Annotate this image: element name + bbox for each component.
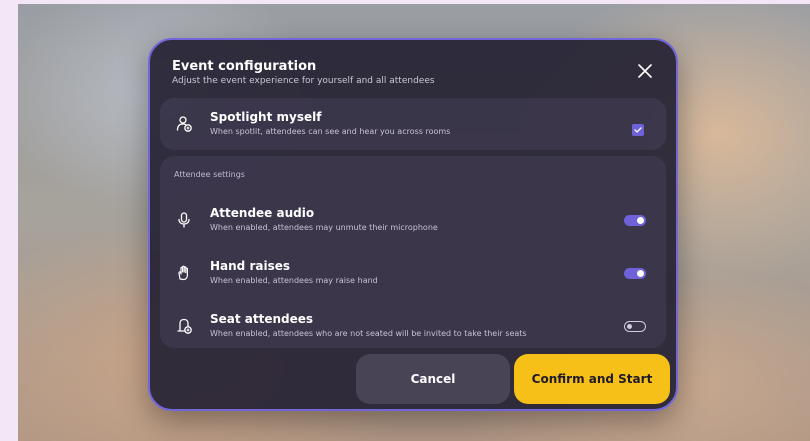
- person-spotlight-icon: [174, 114, 194, 134]
- microphone-icon: [174, 210, 194, 230]
- seat-attendees-row[interactable]: Seat attendees When enabled, attendees w…: [160, 306, 666, 346]
- attendee-settings-card: Attendee settings Attendee audio When en…: [160, 156, 666, 348]
- dialog-subtitle: Adjust the event experience for yourself…: [172, 76, 435, 86]
- seat-attendees-description: When enabled, attendees who are not seat…: [210, 329, 527, 338]
- seat-attendees-title: Seat attendees: [210, 312, 314, 326]
- attendee-audio-description: When enabled, attendees may unmute their…: [210, 223, 438, 232]
- hand-raises-title: Hand raises: [210, 259, 291, 273]
- checkmark-icon: [634, 127, 642, 133]
- seat-person-icon: [174, 316, 194, 336]
- spotlight-checkbox[interactable]: [632, 124, 644, 136]
- close-button[interactable]: [634, 60, 656, 82]
- hand-raises-row[interactable]: Hand raises When enabled, attendees may …: [160, 253, 666, 293]
- spotlight-description: When spotlit, attendees can see and hear…: [210, 127, 451, 136]
- attendee-settings-label: Attendee settings: [174, 170, 245, 179]
- attendee-audio-row[interactable]: Attendee audio When enabled, attendees m…: [160, 200, 666, 240]
- hand-icon: [174, 263, 194, 283]
- hand-raises-description: When enabled, attendees may raise hand: [210, 276, 378, 285]
- toggle-knob: [637, 217, 644, 224]
- event-configuration-dialog: Event configuration Adjust the event exp…: [148, 38, 678, 411]
- spotlight-title: Spotlight myself: [210, 110, 322, 124]
- hand-raises-toggle[interactable]: [624, 268, 646, 279]
- close-icon: [638, 64, 652, 78]
- attendee-audio-title: Attendee audio: [210, 206, 315, 220]
- dialog-title: Event configuration: [172, 59, 317, 74]
- toggle-knob: [627, 323, 632, 329]
- dialog-header: Event configuration Adjust the event exp…: [172, 58, 616, 87]
- toggle-knob: [637, 270, 644, 277]
- attendee-audio-toggle[interactable]: [624, 215, 646, 226]
- spotlight-row[interactable]: Spotlight myself When spotlit, attendees…: [160, 104, 666, 144]
- confirm-and-start-button[interactable]: Confirm and Start: [514, 354, 670, 404]
- cancel-button[interactable]: Cancel: [356, 354, 510, 404]
- spotlight-card: Spotlight myself When spotlit, attendees…: [160, 98, 666, 150]
- seat-attendees-toggle[interactable]: [624, 321, 646, 332]
